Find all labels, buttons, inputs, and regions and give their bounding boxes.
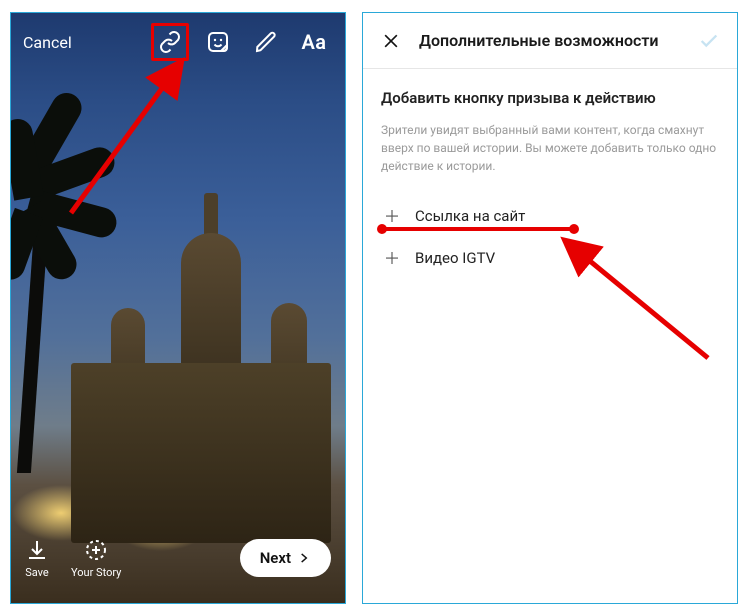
link-icon[interactable] <box>151 23 189 61</box>
palm-tree-silhouette <box>10 153 101 473</box>
option-igtv-video[interactable]: Видео IGTV <box>381 237 719 279</box>
plus-icon <box>383 207 401 225</box>
cancel-button[interactable]: Cancel <box>23 33 72 52</box>
sheet-header: Дополнительные возможности <box>363 13 737 69</box>
save-label: Save <box>25 566 49 579</box>
story-editor-screenshot: Cancel Aa Save Your Story Next <box>10 12 346 604</box>
cta-description: Зрители увидят выбранный вами контент, к… <box>381 121 719 175</box>
your-story-label: Your Story <box>71 566 121 579</box>
next-label: Next <box>260 549 291 567</box>
editor-top-toolbar: Cancel Aa <box>11 13 345 71</box>
option-website-link-label: Ссылка на сайт <box>415 207 525 225</box>
next-button[interactable]: Next <box>240 539 331 577</box>
option-igtv-video-label: Видео IGTV <box>415 249 495 267</box>
more-options-sheet: Дополнительные возможности Добавить кноп… <box>362 12 738 604</box>
your-story-button[interactable]: Your Story <box>71 538 121 579</box>
text-tool-button[interactable]: Aa <box>295 23 333 61</box>
confirm-check-icon[interactable] <box>695 27 723 55</box>
sheet-title: Дополнительные возможности <box>419 31 681 50</box>
building-silhouette <box>71 243 331 543</box>
story-photo-background <box>11 13 345 603</box>
close-icon[interactable] <box>377 27 405 55</box>
cta-heading: Добавить кнопку призыва к действию <box>381 89 719 107</box>
draw-icon[interactable] <box>247 23 285 61</box>
editor-bottom-toolbar: Save Your Story Next <box>11 525 345 603</box>
sticker-icon[interactable] <box>199 23 237 61</box>
plus-icon <box>383 249 401 267</box>
save-button[interactable]: Save <box>25 538 49 579</box>
sheet-body: Добавить кнопку призыва к действию Зрите… <box>363 69 737 299</box>
annotation-underline <box>381 227 575 231</box>
